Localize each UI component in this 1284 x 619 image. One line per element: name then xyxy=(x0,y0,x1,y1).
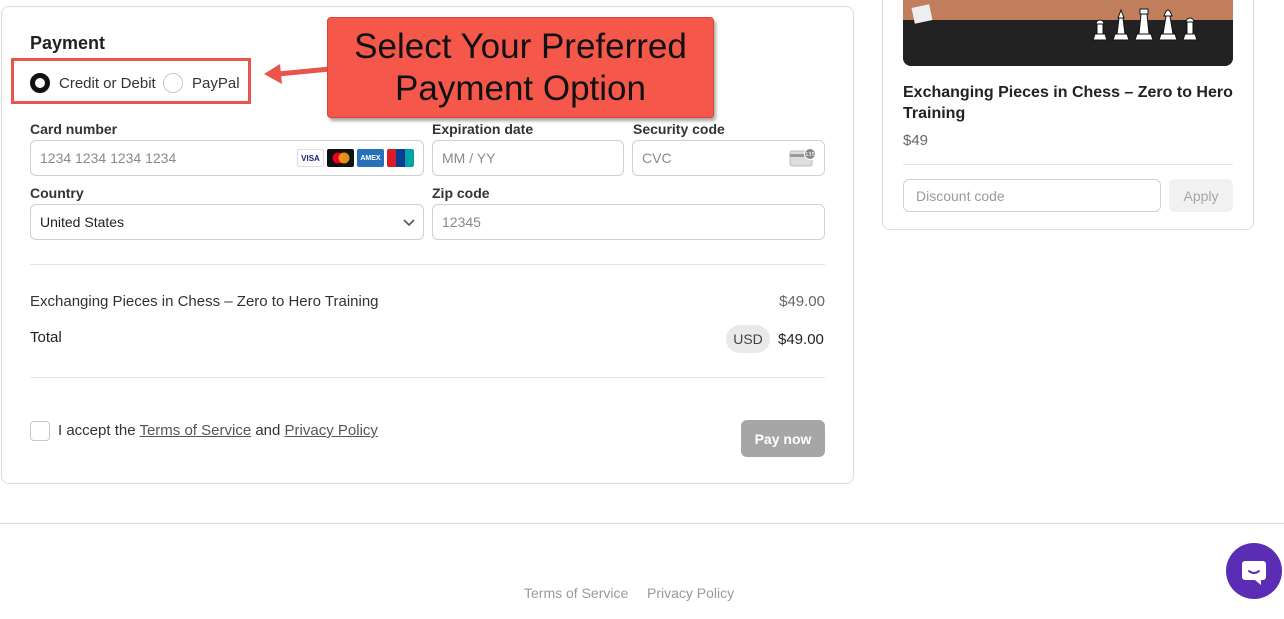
paypal-label: PayPal xyxy=(192,74,240,92)
expiration-input[interactable]: MM / YY xyxy=(432,140,624,176)
currency-badge: USD xyxy=(726,325,770,353)
chat-bubble-icon xyxy=(1242,561,1266,585)
card-number-placeholder: 1234 1234 1234 1234 xyxy=(40,150,177,166)
expiration-placeholder: MM / YY xyxy=(442,150,496,166)
country-select[interactable]: United States xyxy=(30,204,424,240)
credit-radio[interactable] xyxy=(30,73,50,93)
payment-method-credit[interactable]: Credit or Debit xyxy=(30,73,156,93)
terms-text: I accept the Terms of Service and Privac… xyxy=(58,422,378,439)
card-number-label: Card number xyxy=(30,121,118,137)
visa-icon: VISA xyxy=(297,149,324,167)
terms-checkbox[interactable] xyxy=(30,421,50,441)
product-thumbnail xyxy=(903,0,1233,66)
total-label: Total xyxy=(30,329,62,346)
security-code-label: Security code xyxy=(633,121,725,137)
divider xyxy=(30,377,825,378)
zip-code-label: Zip code xyxy=(432,185,490,201)
paypal-radio[interactable] xyxy=(163,73,183,93)
cvc-card-icon: 135 xyxy=(789,148,816,167)
pay-now-button[interactable]: Pay now xyxy=(741,420,825,457)
annotation-line-1: Select Your Preferred xyxy=(354,27,687,66)
annotation-line-2: Payment Option xyxy=(395,69,646,108)
payment-title: Payment xyxy=(30,33,106,53)
amex-icon: AMEX xyxy=(357,149,384,167)
terms-of-service-link[interactable]: Terms of Service xyxy=(139,422,251,439)
divider xyxy=(30,264,825,265)
payment-method-paypal[interactable]: PayPal xyxy=(163,73,240,93)
terms-and: and xyxy=(255,422,281,439)
country-value: United States xyxy=(40,214,125,230)
product-title: Exchanging Pieces in Chess – Zero to Her… xyxy=(903,84,1233,122)
zip-code-input[interactable]: 12345 xyxy=(432,204,825,240)
chat-button[interactable] xyxy=(1226,543,1282,599)
apply-button[interactable]: Apply xyxy=(1169,179,1233,212)
order-item-name: Exchanging Pieces in Chess – Zero to Her… xyxy=(30,293,379,310)
footer-privacy-link[interactable]: Privacy Policy xyxy=(647,585,734,601)
svg-text:135: 135 xyxy=(805,152,815,158)
chevron-down-icon xyxy=(403,219,415,227)
credit-label: Credit or Debit xyxy=(59,74,156,92)
product-price: $49 xyxy=(903,132,929,149)
terms-prefix: I accept the xyxy=(58,422,136,439)
country-label: Country xyxy=(30,185,84,201)
annotation-callout: Select Your Preferred Payment Option xyxy=(327,17,714,118)
total-value: $49.00 xyxy=(778,331,824,348)
expiration-label: Expiration date xyxy=(432,121,534,137)
footer-terms-link[interactable]: Terms of Service xyxy=(524,585,628,601)
discount-code-input[interactable]: Discount code xyxy=(903,179,1161,212)
zip-code-placeholder: 12345 xyxy=(442,214,481,230)
order-item-price: $49.00 xyxy=(779,293,825,310)
arrow-icon xyxy=(264,64,331,84)
security-code-placeholder: CVC xyxy=(642,150,672,166)
chess-pieces-icon xyxy=(1092,8,1198,41)
divider xyxy=(903,164,1233,165)
privacy-policy-link[interactable]: Privacy Policy xyxy=(285,422,378,439)
discount-placeholder: Discount code xyxy=(916,187,1005,204)
footer-divider xyxy=(0,523,1284,524)
unionpay-icon xyxy=(387,149,414,167)
mastercard-icon xyxy=(327,149,354,167)
